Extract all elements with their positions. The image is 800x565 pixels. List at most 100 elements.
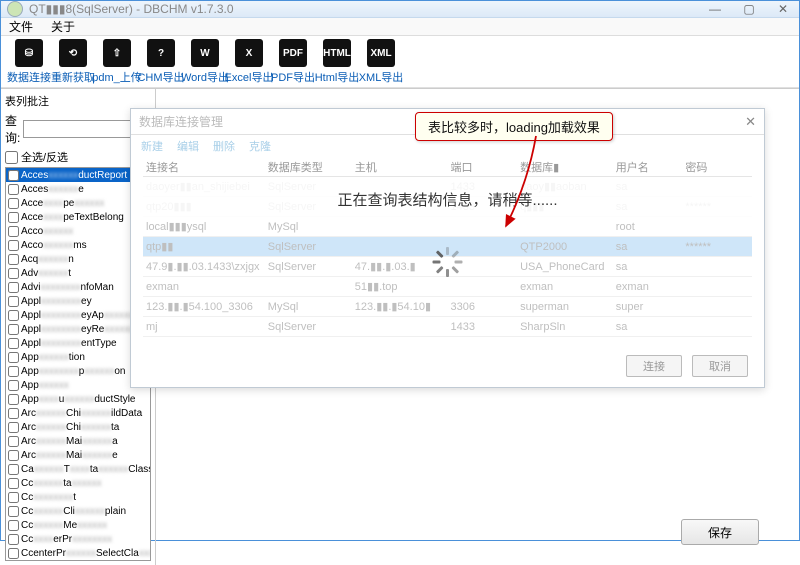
list-checkbox[interactable]: [8, 366, 19, 377]
list-checkbox[interactable]: [8, 408, 19, 419]
list-item[interactable]: Accexxxxpexxxxxx: [6, 196, 150, 210]
list-item[interactable]: Accesxxxxxxe: [6, 182, 150, 196]
table-row[interactable]: local▮▮▮ysqlMySqlroot: [143, 217, 752, 237]
list-item[interactable]: ArcxxxxxxChixxxxxxildData: [6, 406, 150, 420]
toolbar-icon: ?: [147, 39, 175, 67]
list-item[interactable]: CcenterPrxxxxxxSelectClaxxxxxxItems: [6, 546, 150, 560]
list-item[interactable]: ArcxxxxxxMaixxxxxxa: [6, 434, 150, 448]
cell: sa: [613, 321, 683, 333]
modal-link[interactable]: 删除: [213, 138, 235, 154]
toolbar-XML导出[interactable]: XML XML导出: [359, 39, 403, 85]
list-item[interactable]: ApplxxxxxxxxeyRexxxxxxn: [6, 322, 150, 336]
list-item[interactable]: CcxxxxerPrxxxxxxxx: [6, 532, 150, 546]
list-checkbox[interactable]: [8, 548, 19, 559]
list-item[interactable]: AccesxxxxxxductReport: [6, 168, 150, 182]
toolbar-重新获取[interactable]: ⟲重新获取: [51, 39, 95, 85]
toolbar-label: 数据连接: [7, 69, 51, 85]
list-item[interactable]: ApplxxxxxxxxentType: [6, 336, 150, 350]
list-item[interactable]: ArcxxxxxxChixxxxxxta: [6, 420, 150, 434]
close-button[interactable]: ✕: [773, 2, 793, 16]
list-checkbox[interactable]: [8, 450, 19, 461]
toolbar-label: XML导出: [359, 69, 404, 85]
cell: local▮▮▮ysql: [143, 220, 265, 233]
list-checkbox[interactable]: [8, 324, 19, 335]
list-checkbox[interactable]: [8, 184, 19, 195]
list-item[interactable]: CcxxxxxxClixxxxxxplain: [6, 504, 150, 518]
list-item[interactable]: ApplxxxxxxxxeyApxxxxxxal: [6, 308, 150, 322]
list-checkbox[interactable]: [8, 282, 19, 293]
list-checkbox[interactable]: [8, 226, 19, 237]
table-row[interactable]: mjSqlServer1433SharpSlnsa: [143, 317, 752, 337]
list-checkbox[interactable]: [8, 170, 19, 181]
list-item[interactable]: Accoxxxxxx: [6, 224, 150, 238]
toolbar-icon: X: [235, 39, 263, 67]
select-all-checkbox[interactable]: [5, 151, 18, 164]
toolbar-Excel导出[interactable]: XExcel导出: [227, 39, 271, 85]
maximize-button[interactable]: ▢: [739, 2, 759, 16]
cancel-button[interactable]: 取消: [692, 355, 748, 377]
menubar: 文件 关于: [1, 18, 799, 36]
list-item[interactable]: CcxxxxxxMexxxxxx: [6, 518, 150, 532]
list-item[interactable]: AdvixxxxxxxxnfoMan: [6, 280, 150, 294]
titlebar: QT▮▮▮8(SqlServer) - DBCHM v1.7.3.0 — ▢ ✕: [1, 1, 799, 18]
toolbar-CHM导出[interactable]: ?CHM导出: [139, 39, 183, 85]
list-item[interactable]: Accoxxxxxxms: [6, 238, 150, 252]
list-item[interactable]: Appxxxxxxxxpxxxxxxon: [6, 364, 150, 378]
list-checkbox[interactable]: [8, 394, 19, 405]
list-item[interactable]: Ccxxxxxxtaxxxxxx: [6, 476, 150, 490]
modal-link[interactable]: 编辑: [177, 138, 199, 154]
list-item[interactable]: Appxxxxxxtion: [6, 350, 150, 364]
toolbar-Html导出[interactable]: HTMLHtml导出: [315, 39, 359, 85]
cell: root: [613, 221, 683, 233]
list-checkbox[interactable]: [8, 520, 19, 531]
list-checkbox[interactable]: [8, 534, 19, 545]
list-checkbox[interactable]: [8, 492, 19, 503]
table-row[interactable]: exman51▮▮.topexmanexman: [143, 277, 752, 297]
list-item[interactable]: Appxxxxxx: [6, 378, 150, 392]
minimize-button[interactable]: —: [705, 2, 725, 16]
list-checkbox[interactable]: [8, 422, 19, 433]
list-item[interactable]: CaxxxxxxTxxxxtaxxxxxxClassifxxxxxxxxall: [6, 462, 150, 476]
list-item[interactable]: Applxxxxxxxxey: [6, 294, 150, 308]
list-item[interactable]: Advxxxxxxt: [6, 266, 150, 280]
list-checkbox[interactable]: [8, 254, 19, 265]
toolbar-Word导出[interactable]: WWord导出: [183, 39, 227, 85]
list-checkbox[interactable]: [8, 464, 19, 475]
cell: MySql: [265, 301, 352, 313]
toolbar-PDF导出[interactable]: PDFPDF导出: [271, 39, 315, 85]
modal-link[interactable]: 新建: [141, 138, 163, 154]
list-checkbox[interactable]: [8, 338, 19, 349]
toolbar-icon: ⇧: [103, 39, 131, 67]
modal-link[interactable]: 克隆: [249, 138, 271, 154]
list-checkbox[interactable]: [8, 352, 19, 363]
toolbar-icon: W: [191, 39, 219, 67]
save-button[interactable]: 保存: [681, 519, 759, 545]
cell: ******: [682, 241, 752, 253]
list-item[interactable]: ArcxxxxxxMaixxxxxxe: [6, 448, 150, 462]
list-checkbox[interactable]: [8, 436, 19, 447]
list-checkbox[interactable]: [8, 506, 19, 517]
list-checkbox[interactable]: [8, 380, 19, 391]
toolbar-icon: XML: [367, 39, 395, 67]
connect-button[interactable]: 连接: [626, 355, 682, 377]
menu-about[interactable]: 关于: [51, 18, 75, 35]
table-row[interactable]: 123.▮▮.▮54.100_3306MySql123.▮▮.▮54.10▮33…: [143, 297, 752, 317]
cell: super: [613, 301, 683, 313]
list-checkbox[interactable]: [8, 268, 19, 279]
list-checkbox[interactable]: [8, 296, 19, 307]
list-checkbox[interactable]: [8, 240, 19, 251]
modal-close-icon[interactable]: ✕: [745, 114, 756, 130]
menu-file[interactable]: 文件: [9, 18, 33, 35]
cell: 51▮▮.top: [352, 280, 448, 293]
toolbar: ⛁数据连接⟲重新获取⇧pdm_上传?CHM导出WWord导出XExcel导出PD…: [1, 36, 799, 88]
list-item[interactable]: AccexxxxpeTextBelong: [6, 210, 150, 224]
list-checkbox[interactable]: [8, 478, 19, 489]
list-item[interactable]: Acqxxxxxxn: [6, 252, 150, 266]
list-item[interactable]: Ccxxxxxxxxt: [6, 490, 150, 504]
toolbar-数据连接[interactable]: ⛁数据连接: [7, 39, 51, 85]
list-checkbox[interactable]: [8, 310, 19, 321]
list-item[interactable]: AppxxxxuxxxxxxductStyle: [6, 392, 150, 406]
list-checkbox[interactable]: [8, 198, 19, 209]
toolbar-pdm_上传[interactable]: ⇧pdm_上传: [95, 39, 139, 85]
list-checkbox[interactable]: [8, 212, 19, 223]
